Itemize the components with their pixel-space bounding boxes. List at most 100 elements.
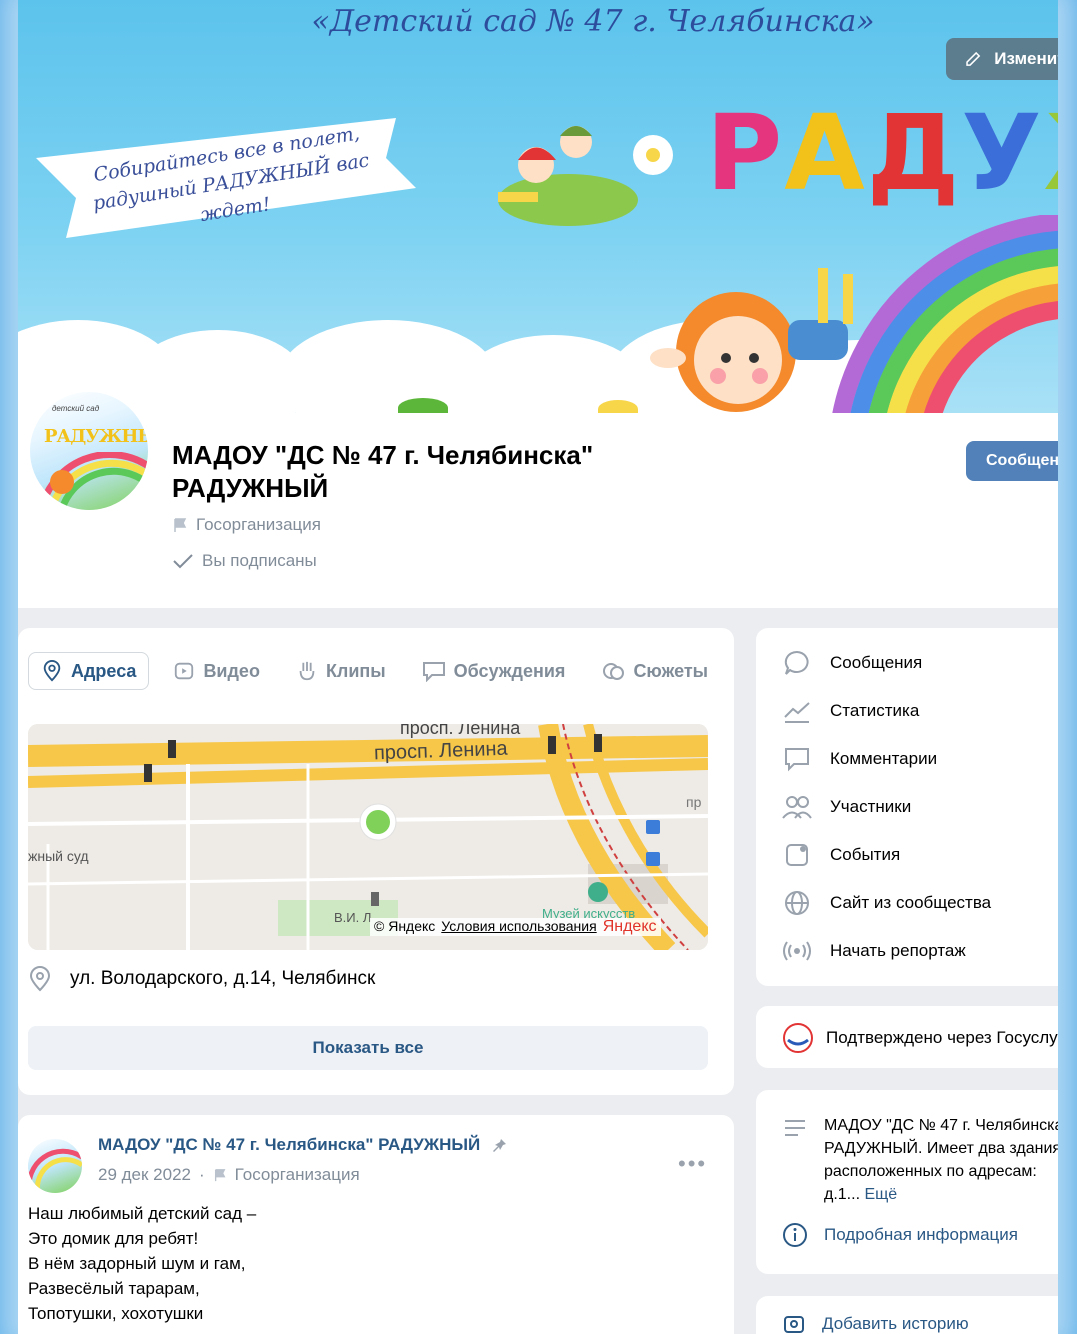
content-tabs: Адреса Видео Клипы Обсуждения Сюжеты	[28, 652, 732, 690]
gosuslugi-verified[interactable]: Подтверждено через Госуслуги	[782, 1022, 1058, 1054]
map-place-label: пр	[686, 794, 702, 810]
send-message-button[interactable]: Сообщение	[966, 441, 1058, 481]
menu-item-label: Начать репортаж	[830, 941, 966, 960]
subscribed-label: Вы подписаны	[202, 551, 317, 570]
details-label: Подробная информация	[824, 1225, 1018, 1244]
menu-item-label: Сайт из сообщества	[830, 893, 992, 912]
flag-icon	[214, 1169, 226, 1182]
show-more-link[interactable]: Ещё	[864, 1186, 897, 1203]
page-frame: Собирайтесь все в полет, радушный РАДУЖН…	[18, 0, 1058, 1334]
gosuslugi-label: Подтверждено через Госуслуги	[826, 1028, 1058, 1047]
details-link[interactable]: Подробная информация	[782, 1222, 1018, 1248]
menu-item-comments[interactable]: Комментарии	[782, 744, 937, 774]
add-story-card: Добавить историю	[756, 1296, 1058, 1334]
cover-image: Собирайтесь все в полет, радушный РАДУЖН…	[18, 0, 1058, 415]
map-street-label: просп. Ленина	[400, 724, 521, 738]
post-author-link[interactable]: МАДОУ "ДС № 47 г. Челябинска" РАДУЖНЫЙ	[98, 1135, 507, 1155]
post-category: Госорганизация	[234, 1165, 360, 1184]
gosuslugi-icon	[783, 1023, 813, 1053]
menu-item-label: События	[830, 845, 901, 864]
add-story-label: Добавить историю	[822, 1314, 969, 1333]
separator-dot: ·	[199, 1165, 205, 1184]
tab-addresses[interactable]: Адреса	[28, 652, 150, 690]
menu-item-site[interactable]: Сайт из сообщества	[782, 888, 991, 918]
tab-video[interactable]: Видео	[161, 652, 272, 690]
menu-item-messages[interactable]: Сообщения	[782, 648, 922, 678]
location-map[interactable]: просп. Ленина просп. Ленина жный суд пр …	[28, 724, 708, 950]
wall-post: МАДОУ "ДС № 47 г. Челябинска" РАДУЖНЫЙ 2…	[18, 1115, 734, 1334]
address-row[interactable]: ул. Володарского, д.14, Челябинск	[28, 966, 375, 992]
category-label: Госорганизация	[196, 515, 321, 534]
info-icon	[783, 1223, 807, 1247]
cover-title: «Детский сад № 47 г. Челябинска»	[311, 4, 875, 39]
about-line: МАДОУ "ДС № 47 г. Челябинска"	[824, 1117, 1058, 1134]
location-pin-icon	[29, 966, 51, 992]
community-name: МАДОУ "ДС № 47 г. Челябинска" РАДУЖНЫЙ	[172, 440, 594, 503]
community-avatar[interactable]: детский сад РАДУЖНЫЙ	[26, 388, 152, 514]
cover-brand-word: РАДУЖН	[706, 92, 1058, 214]
post-line: Наш любимый детский сад –	[28, 1204, 257, 1223]
subscribed-status[interactable]: Вы подписаны	[172, 551, 317, 571]
description-icon	[785, 1120, 805, 1136]
post-meta: 29 дек 2022 · Госорганизация	[98, 1165, 360, 1185]
add-story-button[interactable]: Добавить историю	[782, 1312, 969, 1334]
show-all-button[interactable]: Показать все	[28, 1026, 708, 1070]
location-pin-icon	[43, 660, 61, 682]
addresses-card: Адреса Видео Клипы Обсуждения Сюжеты про…	[18, 628, 734, 1095]
map-street-label: просп. Ленина	[373, 737, 508, 765]
pin-icon	[493, 1138, 507, 1152]
statistics-icon	[784, 702, 810, 723]
post-line: Топотушки, хохотушки	[28, 1304, 204, 1323]
map-terms-link[interactable]: Условия использования	[441, 918, 596, 936]
camera-icon	[784, 1316, 804, 1333]
menu-item-statistics[interactable]: Статистика	[782, 696, 919, 726]
yandex-logo[interactable]: Яндекс	[603, 918, 657, 936]
broadcast-icon	[783, 941, 811, 961]
map-place-label: В.И. Л	[334, 910, 372, 925]
avatar-subtitle: детский сад	[52, 404, 100, 413]
flag-icon	[174, 518, 187, 532]
about-line: РАДУЖНЫЙ. Имеет два здания,	[824, 1140, 1058, 1157]
events-icon	[786, 844, 808, 866]
about-card: МАДОУ "ДС № 47 г. Челябинска" РАДУЖНЫЙ. …	[756, 1090, 1058, 1274]
globe-icon	[785, 891, 809, 915]
address-text: ул. Володарского, д.14, Челябинск	[70, 968, 376, 989]
pencil-icon	[966, 51, 981, 66]
tab-discussions-label: Обсуждения	[453, 660, 566, 681]
child-illustration	[650, 268, 853, 412]
discussion-icon	[422, 662, 445, 682]
more-options-icon[interactable]: •••	[678, 1151, 707, 1177]
post-text: Наш любимый детский сад – Это домик для …	[28, 1201, 256, 1326]
tab-stories[interactable]: Сюжеты	[589, 652, 720, 690]
admin-menu: Сообщения Статистика Комментарии Участни…	[756, 628, 1058, 986]
menu-item-label: Участники	[830, 797, 912, 816]
edit-cover-label: Изменить	[994, 49, 1058, 68]
community-header: детский сад РАДУЖНЫЙ МАДОУ "ДС № 47 г. Ч…	[18, 388, 1058, 608]
about-line: д.1...	[824, 1186, 861, 1203]
tab-stories-label: Сюжеты	[633, 660, 709, 681]
post-line: Развесёлый тарарам,	[28, 1279, 200, 1298]
map-attribution: © Яндекс Условия использования Яндекс	[370, 918, 661, 936]
clips-icon	[299, 661, 315, 681]
menu-item-events[interactable]: События	[782, 840, 900, 870]
post-date[interactable]: 29 дек 2022	[98, 1165, 191, 1185]
checkmark-icon	[173, 554, 193, 569]
tab-discussions[interactable]: Обсуждения	[410, 652, 578, 690]
avatar-rainbow	[28, 1148, 82, 1193]
stories-icon	[603, 663, 625, 680]
avatar-rainbow	[37, 452, 148, 510]
tab-video-label: Видео	[203, 660, 260, 681]
tab-clips[interactable]: Клипы	[284, 652, 398, 690]
airplane-illustration	[498, 126, 673, 226]
comments-icon	[785, 748, 809, 772]
menu-item-broadcast[interactable]: Начать репортаж	[782, 936, 966, 966]
members-icon	[782, 796, 812, 819]
about-text: МАДОУ "ДС № 47 г. Челябинска" РАДУЖНЫЙ. …	[824, 1114, 1058, 1206]
map-copyright: © Яндекс	[374, 918, 436, 934]
video-icon	[175, 662, 194, 680]
map-place-label: жный суд	[28, 848, 89, 864]
tab-clips-label: Клипы	[325, 660, 386, 681]
post-author-avatar[interactable]	[28, 1139, 82, 1193]
menu-item-members[interactable]: Участники	[782, 792, 911, 822]
edit-cover-button[interactable]: Изменить	[946, 38, 1058, 80]
